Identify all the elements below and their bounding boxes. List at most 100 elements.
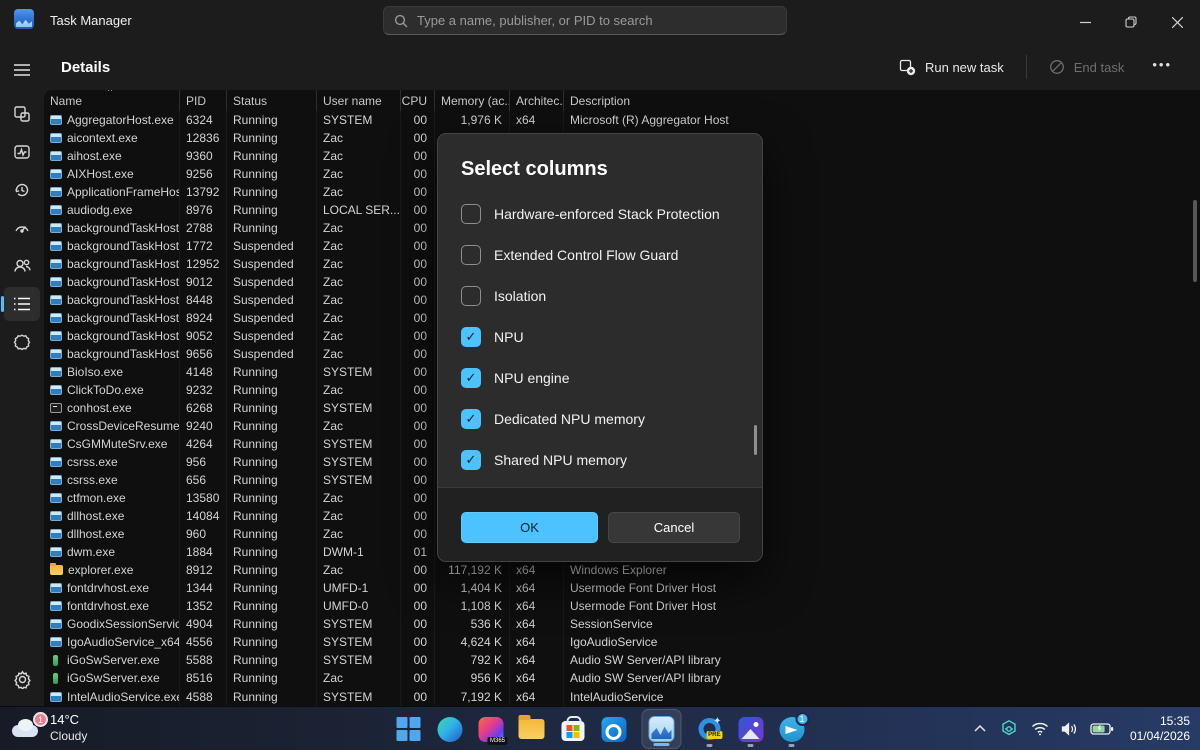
checkbox-checked[interactable]: ✓ [461,450,481,470]
cell-user: SYSTEM [317,363,401,381]
column-option-row[interactable]: Extended Control Flow Guard [461,234,748,275]
cell-name: dwm.exe [44,543,180,561]
taskbar-item-m365-copilot[interactable]: M365 [478,714,504,744]
cell-pid: 13792 [180,183,227,201]
checkbox-unchecked[interactable] [461,204,481,224]
wifi-icon[interactable] [1031,722,1049,736]
cell-cpu: 00 [401,615,435,633]
column-option-row[interactable]: ✓ NPU [461,316,748,357]
sidebar-item-startup-apps[interactable] [4,211,40,245]
taskbar-item-file-explorer[interactable] [519,714,545,744]
sidebar-item-services[interactable] [4,325,40,359]
checkbox-checked[interactable]: ✓ [461,327,481,347]
sidebar-item-app-history[interactable] [4,173,40,207]
table-row[interactable]: explorer.exe 8912 Running Zac 00 117,192… [44,561,1200,579]
table-row[interactable]: AggregatorHost.exe 6324 Running SYSTEM 0… [44,111,1200,129]
end-task-button[interactable]: End task [1041,53,1133,81]
edge-icon [437,717,462,742]
cancel-button[interactable]: Cancel [608,512,740,543]
sidebar-item-processes[interactable] [4,97,40,131]
checkbox-unchecked[interactable] [461,245,481,265]
cell-name: backgroundTaskHost... [44,255,180,273]
cell-cpu: 00 [401,399,435,417]
hamburger-menu-button[interactable] [4,53,40,87]
minimize-button[interactable] [1062,0,1108,44]
taskbar-clock[interactable]: 15:35 01/04/2026 [1130,714,1190,744]
sidebar-item-performance[interactable] [4,135,40,169]
taskbar-item-edge[interactable] [437,714,463,744]
table-row[interactable]: IgoAudioService_x64... 4556 Running SYST… [44,633,1200,651]
taskbar-item-edge-preview[interactable]: ✦PRE [697,714,723,744]
run-new-task-button[interactable]: Run new task [891,53,1012,82]
process-icon [50,169,62,179]
telegram-badge: 1 [795,712,809,726]
column-header-status[interactable]: Status [227,90,317,111]
dialog-column-options: Hardware-enforced Stack Protection Exten… [461,193,748,480]
edge-preview-icon: ✦PRE [699,718,721,740]
cell-user: Zac [317,291,401,309]
toolbar: Details Run new task End task ••• [44,44,1200,90]
cell-user: Zac [317,273,401,291]
column-option-row[interactable]: ✓ Shared NPU memory [461,439,748,480]
taskbar-item-outlook[interactable] [601,714,627,744]
taskbar-item-telegram[interactable]: 1 [779,714,805,744]
titlebar: Task Manager Type a name, publisher, or … [0,0,1200,44]
checkbox-checked[interactable]: ✓ [461,409,481,429]
taskbar-item-store[interactable] [560,714,586,744]
windows-logo-icon [397,717,421,741]
weather-widget[interactable]: 1 14°C Cloudy [10,711,87,745]
column-option-row[interactable]: ✓ Dedicated NPU memory [461,398,748,439]
more-options-button[interactable]: ••• [1146,57,1182,78]
taskbar-item-task-manager-active[interactable] [642,709,682,749]
column-option-row[interactable]: Isolation [461,275,748,316]
table-row[interactable]: iGoSwServer.exe 8516 Running Zac 00 956 … [44,669,1200,687]
tray-app-icon[interactable] [999,719,1019,739]
column-header-architecture[interactable]: Architec... [510,90,564,111]
table-row[interactable]: GoodixSessionServic... 4904 Running SYST… [44,615,1200,633]
column-header-user[interactable]: User name [317,90,401,111]
cell-status: Running [227,417,317,435]
column-option-row[interactable]: ✓ NPU engine [461,357,748,398]
close-button[interactable] [1154,0,1200,44]
table-row[interactable]: iGoSwServer.exe 5588 Running SYSTEM 00 7… [44,651,1200,669]
column-header-description[interactable]: Description [564,90,1200,111]
cell-status: Suspended [227,309,317,327]
cell-name: ApplicationFrameHos... [44,183,180,201]
cell-status: Running [227,543,317,561]
tray-chevron-up-icon[interactable] [973,723,987,735]
column-header-memory[interactable]: Memory (ac... [435,90,510,111]
weather-condition: Cloudy [50,728,87,745]
cell-name: backgroundTaskHost... [44,345,180,363]
ok-button[interactable]: OK [461,512,598,543]
sidebar-item-users[interactable] [4,249,40,283]
cell-architecture: x64 [510,111,564,129]
table-row[interactable]: IntelAudioService.exe 4588 Running SYSTE… [44,688,1200,706]
column-header-cpu[interactable]: CPU [401,90,435,111]
search-input[interactable]: Type a name, publisher, or PID to search [383,6,787,35]
checkbox-unchecked[interactable] [461,286,481,306]
sidebar-item-details[interactable] [4,287,40,321]
cell-pid: 12836 [180,129,227,147]
cell-cpu: 00 [401,669,435,687]
taskbar-item-photos[interactable] [738,714,764,744]
checkbox-checked[interactable]: ✓ [461,368,481,388]
table-row[interactable]: fontdrvhost.exe 1352 Running UMFD-0 00 1… [44,597,1200,615]
column-option-row[interactable]: Hardware-enforced Stack Protection [461,193,748,234]
process-icon [50,439,62,449]
table-scrollbar[interactable] [1193,200,1197,282]
cell-name: iGoSwServer.exe [44,651,180,669]
cell-name: backgroundTaskHost... [44,327,180,345]
process-icon [50,493,62,503]
volume-icon[interactable] [1061,722,1078,736]
process-icon [50,637,62,647]
settings-button[interactable] [4,662,40,696]
column-header-pid[interactable]: PID [180,90,227,111]
restore-button[interactable] [1108,0,1154,44]
table-row[interactable]: fontdrvhost.exe 1344 Running UMFD-1 00 1… [44,579,1200,597]
start-button[interactable] [396,714,422,744]
cell-status: Running [227,399,317,417]
cell-status: Running [227,453,317,471]
cell-pid: 8976 [180,201,227,219]
battery-icon[interactable] [1090,722,1114,736]
dialog-scrollbar[interactable] [754,425,757,455]
